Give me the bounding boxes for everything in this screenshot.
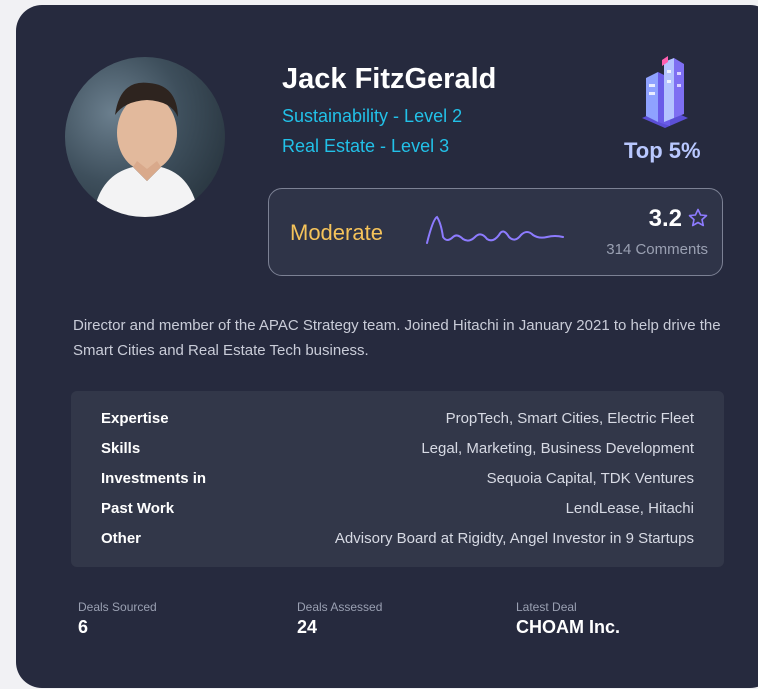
rank-label: Top 5% xyxy=(624,138,701,163)
detail-value: Sequoia Capital, TDK Ventures xyxy=(486,470,694,487)
detail-label: Expertise xyxy=(101,410,169,427)
stat-value: 6 xyxy=(78,617,89,637)
profile-name: Jack FitzGerald xyxy=(282,63,497,95)
level-real-estate: Real Estate - Level 3 xyxy=(282,136,450,156)
stat-label: Deals Sourced xyxy=(78,600,157,614)
stat-value: 24 xyxy=(297,617,318,637)
star-icon[interactable] xyxy=(688,208,708,228)
stat-latest-deal: Latest Deal CHOAM Inc. xyxy=(516,600,620,638)
detail-row-skills: Skills Legal, Marketing, Business Develo… xyxy=(101,440,694,462)
detail-value: Advisory Board at Rigidty, Angel Investo… xyxy=(334,530,694,547)
detail-row-past-work: Past Work LendLease, Hitachi xyxy=(101,500,694,522)
stat-label: Latest Deal xyxy=(516,600,577,614)
detail-label: Investments in xyxy=(101,470,207,487)
comments-count[interactable]: 314 Comments xyxy=(606,241,708,258)
level-sustainability: Sustainability - Level 2 xyxy=(282,106,463,126)
rating-panel: Moderate 3.2 314 Comments xyxy=(268,188,723,276)
building-icon xyxy=(638,56,692,130)
details-table: Expertise PropTech, Smart Cities, Electr… xyxy=(71,391,724,567)
detail-label: Skills xyxy=(101,440,141,457)
stat-deals-sourced: Deals Sourced 6 xyxy=(78,600,157,638)
detail-label: Past Work xyxy=(101,500,175,517)
detail-value: LendLease, Hitachi xyxy=(565,500,694,517)
detail-row-expertise: Expertise PropTech, Smart Cities, Electr… xyxy=(101,410,694,432)
avatar xyxy=(65,57,225,217)
stat-label: Deals Assessed xyxy=(297,600,383,614)
detail-row-other: Other Advisory Board at Rigidty, Angel I… xyxy=(101,530,694,552)
rating-score: 3.2 xyxy=(648,205,682,232)
detail-value: Legal, Marketing, Business Development xyxy=(421,440,694,457)
bio-text: Director and member of the APAC Strategy… xyxy=(73,317,721,359)
stat-value[interactable]: CHOAM Inc. xyxy=(516,617,620,638)
rating-mood: Moderate xyxy=(290,220,383,245)
stat-deals-assessed: Deals Assessed 24 xyxy=(297,600,382,638)
sentiment-sparkline xyxy=(426,215,564,244)
detail-value: PropTech, Smart Cities, Electric Fleet xyxy=(445,410,694,427)
detail-label: Other xyxy=(101,530,142,547)
detail-row-investments: Investments in Sequoia Capital, TDK Vent… xyxy=(101,470,694,492)
